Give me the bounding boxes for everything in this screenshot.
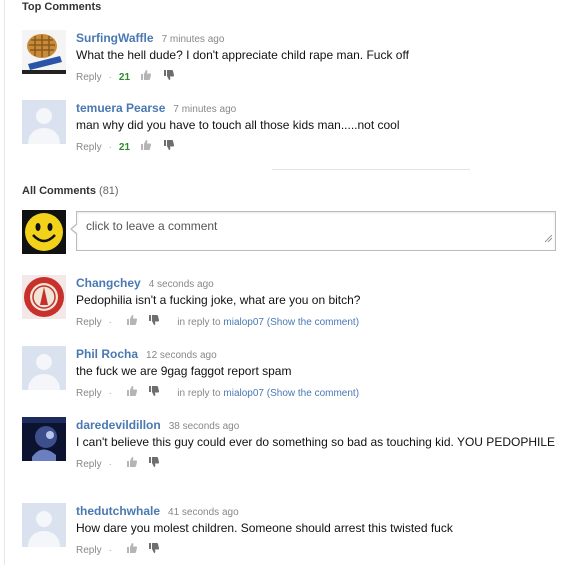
separator-dot: · <box>108 388 112 400</box>
avatar[interactable] <box>22 275 66 319</box>
thumbs-down-icon[interactable] <box>148 385 160 402</box>
thumbs-down-icon[interactable] <box>148 542 160 559</box>
in-reply-label: in reply to <box>177 388 221 400</box>
thumbs-down-icon[interactable] <box>148 456 160 473</box>
smiley-face-icon <box>22 210 66 254</box>
reply-button[interactable]: Reply <box>76 72 102 83</box>
comment-author[interactable]: Changchey <box>76 276 141 290</box>
avatar[interactable] <box>22 30 66 74</box>
avatar[interactable] <box>22 346 66 390</box>
comment-text: man why did you have to touch all those … <box>76 118 400 132</box>
avatar[interactable] <box>22 417 66 461</box>
like-count: 21 <box>118 72 131 84</box>
separator-dot: · <box>108 459 112 471</box>
avatar[interactable] <box>22 100 66 144</box>
separator-dot: · <box>108 317 112 329</box>
left-border <box>4 0 5 565</box>
comment-input[interactable]: click to leave a comment <box>70 211 556 251</box>
show-comment-link[interactable]: (Show the comment) <box>267 317 359 328</box>
thumbs-up-icon[interactable] <box>126 542 138 559</box>
thumbs-down-icon[interactable] <box>163 69 175 86</box>
all-comments-title: All Comments <box>22 185 96 197</box>
comment-count: (81) <box>99 185 119 197</box>
thumbs-up-icon[interactable] <box>140 69 152 86</box>
comment-time: 41 seconds ago <box>168 507 239 518</box>
all-comments-heading: All Comments (81) <box>22 185 119 197</box>
comment-text: I can't believe this guy could ever do s… <box>76 435 555 449</box>
comment-text: What the hell dude? I don't appreciate c… <box>76 48 409 62</box>
reply-button[interactable]: Reply <box>76 545 102 556</box>
comment-author[interactable]: daredevildillon <box>76 418 161 432</box>
comment-time: 7 minutes ago <box>161 34 225 45</box>
like-count: 21 <box>118 142 131 154</box>
avatar[interactable] <box>22 503 66 547</box>
thumbs-up-icon[interactable] <box>140 139 152 156</box>
reply-button[interactable]: Reply <box>76 388 102 399</box>
in-reply-user-link[interactable]: mialop07 <box>223 388 264 399</box>
separator-dot: · <box>108 545 112 557</box>
separator-dot: · <box>108 72 112 84</box>
top-comments-heading: Top Comments <box>22 1 102 13</box>
comment-text: the fuck we are 9gag faggot report spam <box>76 364 292 378</box>
separator-dot: · <box>108 142 112 154</box>
comment-author[interactable]: Phil Rocha <box>76 347 138 361</box>
reply-button[interactable]: Reply <box>76 317 102 328</box>
comment-time: 12 seconds ago <box>146 350 217 361</box>
reply-button[interactable]: Reply <box>76 142 102 153</box>
thumbs-down-icon[interactable] <box>163 139 175 156</box>
thumbs-down-icon[interactable] <box>148 314 160 331</box>
resize-grip-icon[interactable] <box>544 230 553 248</box>
comment-author[interactable]: SurfingWaffle <box>76 31 154 45</box>
thumbs-up-icon[interactable] <box>126 456 138 473</box>
bubble-notch-inner <box>72 224 78 234</box>
thumbs-up-icon[interactable] <box>126 314 138 331</box>
in-reply-user-link[interactable]: mialop07 <box>223 317 264 328</box>
comment-author[interactable]: temuera Pearse <box>76 101 165 115</box>
comment-text: Pedophilia isn't a fucking joke, what ar… <box>76 293 361 307</box>
comment-time: 7 minutes ago <box>173 104 237 115</box>
in-reply-label: in reply to <box>177 317 221 329</box>
comment-time: 4 seconds ago <box>148 279 214 290</box>
show-comment-link[interactable]: (Show the comment) <box>267 388 359 399</box>
comment-text: How dare you molest children. Someone sh… <box>76 521 453 535</box>
comment-author[interactable]: thedutchwhale <box>76 504 160 518</box>
section-divider <box>272 169 470 170</box>
comment-placeholder: click to leave a comment <box>86 219 218 233</box>
reply-button[interactable]: Reply <box>76 459 102 470</box>
thumbs-up-icon[interactable] <box>126 385 138 402</box>
comment-time: 38 seconds ago <box>168 421 240 432</box>
